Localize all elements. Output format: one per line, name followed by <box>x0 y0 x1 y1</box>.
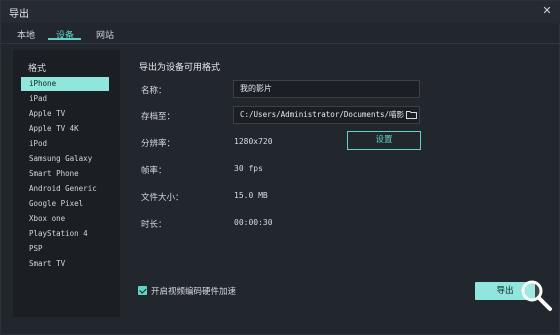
tab-local[interactable]: 本地 <box>17 28 35 41</box>
format-sidebar: 格式 iPhone iPad Apple TV Apple TV 4K iPod… <box>13 50 120 317</box>
framerate-value: 30 fps <box>234 164 263 173</box>
sidebar-item-samsung-galaxy[interactable]: Samsung Galaxy <box>21 152 109 166</box>
filesize-label: 文件大小： <box>141 193 184 203</box>
export-dialog: 导出 ✕ 本地 设备 网站 格式 iPhone iPad Apple TV Ap… <box>0 0 560 335</box>
sidebar-item-smart-tv[interactable]: Smart TV <box>21 257 109 271</box>
name-label: 名称： <box>141 86 167 96</box>
framerate-label: 帧率： <box>141 166 167 176</box>
active-tab-indicator <box>48 38 81 40</box>
sidebar-item-psp[interactable]: PSP <box>21 242 109 256</box>
page-title: 导出为设备可用格式 <box>139 63 221 73</box>
sidebar-header: 格式 <box>28 64 47 74</box>
tab-website[interactable]: 网站 <box>96 28 114 41</box>
sidebar-item-ipod[interactable]: iPod <box>21 137 109 151</box>
window-title: 导出 <box>9 9 29 20</box>
duration-label: 时长： <box>141 220 167 230</box>
resolution-value: 1280x720 <box>234 137 273 146</box>
sidebar-item-playstation-4[interactable]: PlayStation 4 <box>21 227 109 241</box>
sidebar-item-ipad[interactable]: iPad <box>21 92 109 106</box>
title-bar: 导出 ✕ <box>1 1 560 23</box>
sidebar-item-google-pixel[interactable]: Google Pixel <box>21 197 109 211</box>
sidebar-item-iphone[interactable]: iPhone <box>21 77 109 91</box>
sidebar-item-apple-tv[interactable]: Apple TV <box>21 107 109 121</box>
name-field[interactable]: 我的影片 <box>233 80 420 98</box>
filesize-value: 15.0 MB <box>234 191 268 200</box>
hw-accel-checkbox[interactable] <box>138 286 147 295</box>
duration-value: 00:00:30 <box>234 218 273 227</box>
tabs-divider <box>1 43 560 44</box>
close-icon[interactable]: ✕ <box>539 3 555 19</box>
path-label: 存档至： <box>141 112 176 122</box>
export-button[interactable]: 导出 <box>475 282 535 300</box>
hw-accel-label: 开启视频编码硬件加速 <box>151 287 237 297</box>
tab-bar: 本地 设备 网站 <box>1 25 560 43</box>
settings-button[interactable]: 设置 <box>347 131 421 150</box>
sidebar-item-android-generic[interactable]: Android Generic <box>21 182 109 196</box>
sidebar-item-apple-tv-4k[interactable]: Apple TV 4K <box>21 122 109 136</box>
path-field[interactable]: C:/Users/Administrator/Documents/喵影 <box>233 106 420 124</box>
sidebar-item-xbox-one[interactable]: Xbox one <box>21 212 109 226</box>
resolution-label: 分辨率： <box>141 139 176 149</box>
folder-icon[interactable] <box>406 110 417 119</box>
sidebar-item-smart-phone[interactable]: Smart Phone <box>21 167 109 181</box>
